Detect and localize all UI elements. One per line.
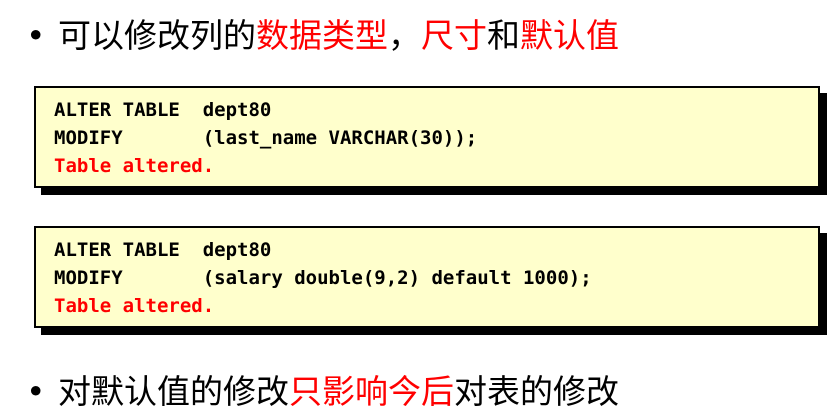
code-block: ALTER TABLE dept80 MODIFY (salary double(… — [34, 226, 820, 328]
highlight-text: 数据类型 — [256, 16, 388, 55]
highlight-text: 只影响今后 — [289, 372, 454, 411]
code-line: ALTER TABLE dept80 — [54, 239, 272, 261]
code-example-1: ALTER TABLE dept80 MODIFY (last_name VARC… — [34, 86, 827, 195]
bullet-text: 和 — [487, 16, 520, 55]
highlight-text: 尺寸 — [421, 16, 487, 55]
bullet-text: 对默认值的修改 — [58, 372, 289, 411]
bullet-text: 可以修改列的 — [58, 16, 256, 55]
code-line: MODIFY (salary double(9,2) default 1000)… — [54, 267, 592, 289]
code-line: ALTER TABLE dept80 — [54, 99, 272, 121]
result-line: Table altered. — [54, 295, 215, 317]
result-line: Table altered. — [54, 155, 215, 177]
bullet-dot-icon: • — [26, 372, 46, 411]
bullet-text: 对表的修改 — [454, 372, 619, 411]
bullet-dot-icon: • — [26, 16, 46, 55]
bullet-text: ， — [388, 16, 421, 55]
bullet-point-2: • 对默认值的修改只影响今后对表的修改 — [26, 372, 619, 412]
code-block: ALTER TABLE dept80 MODIFY (last_name VARC… — [34, 86, 820, 188]
code-example-2: ALTER TABLE dept80 MODIFY (salary double(… — [34, 226, 827, 335]
highlight-text: 默认值 — [520, 16, 619, 55]
bullet-point-1: • 可以修改列的数据类型，尺寸和默认值 — [26, 16, 619, 56]
code-line: MODIFY (last_name VARCHAR(30)); — [54, 127, 478, 149]
